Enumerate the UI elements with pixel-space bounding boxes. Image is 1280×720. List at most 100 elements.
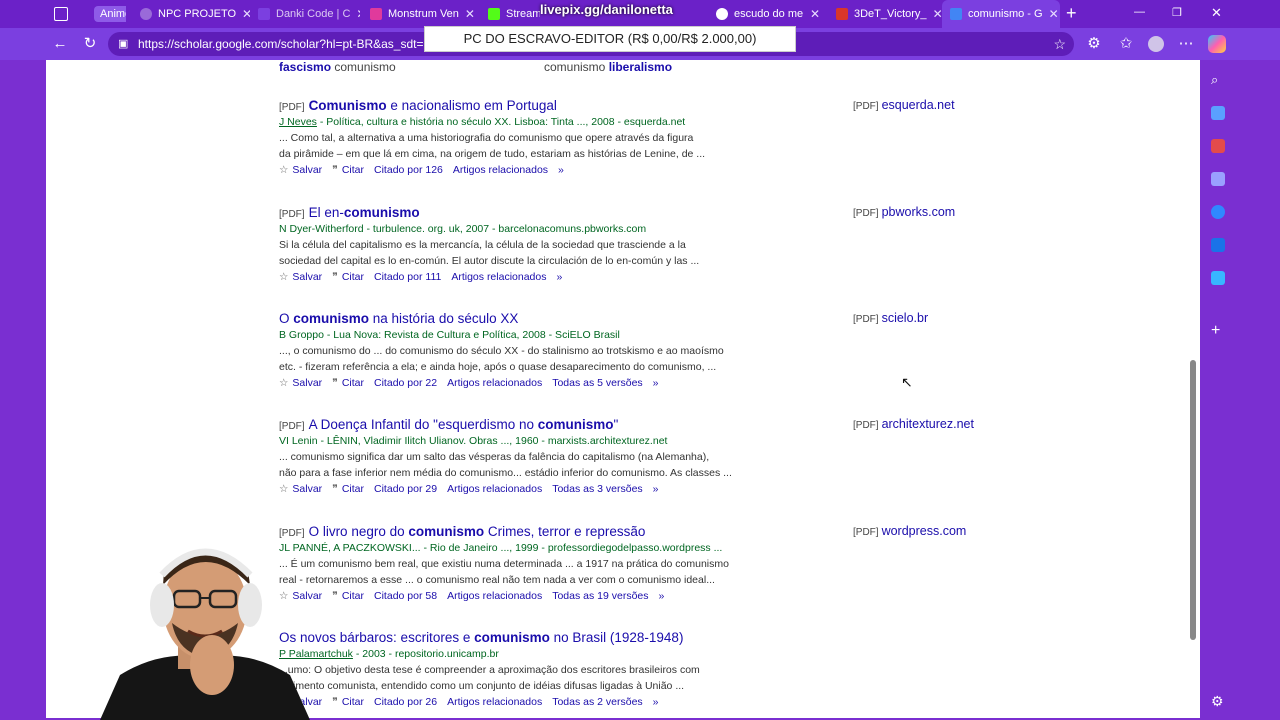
result-title-link[interactable]: [PDF] A Doença Infantil do "esquerdismo n… <box>279 417 1099 432</box>
more-icon[interactable]: » <box>558 164 564 176</box>
scholar-icon <box>950 8 962 20</box>
favorites-icon[interactable]: ✩ <box>1116 34 1136 54</box>
side-pdf-link[interactable]: [PDF] scielo.br <box>853 311 928 325</box>
result-title-link[interactable]: [PDF] El en-comunismo <box>279 205 1099 220</box>
close-icon[interactable]: ✕ <box>356 7 360 21</box>
cited-by-link[interactable]: Citado por 58 <box>374 590 437 602</box>
webcam-streamer <box>100 548 310 720</box>
all-versions-link[interactable]: Todas as 3 versões <box>552 483 642 495</box>
outlook-icon[interactable] <box>1211 238 1225 252</box>
cite-button[interactable]: ❞ Citar <box>332 271 364 283</box>
save-button[interactable]: ☆Salvar <box>279 164 322 176</box>
tab-stream[interactable]: Stream <box>480 0 540 28</box>
tab-favicon-icon <box>370 8 382 20</box>
tab-3det[interactable]: 3DeT_Victory_ ✕ <box>828 0 942 28</box>
close-icon[interactable]: ✕ <box>933 7 942 21</box>
result-meta: J Neves - Política, cultura e história n… <box>279 116 686 128</box>
more-icon[interactable]: » <box>653 377 659 389</box>
result-actions: ☆ Salvar ❞ Citar Citado por 22 Artigos rel… <box>279 377 1099 389</box>
related-articles-link[interactable]: Artigos relacionados <box>447 483 542 495</box>
pdf-icon <box>836 8 848 20</box>
tab-comunismo[interactable]: comunismo - G ✕ <box>942 0 1060 28</box>
result-meta: VI Lenin - LÊNIN, Vladimir Ilitch Uliano… <box>279 435 668 447</box>
more-icon[interactable]: » <box>653 483 659 495</box>
close-window-button[interactable]: ✕ <box>1211 5 1222 21</box>
games-icon[interactable] <box>1211 172 1225 186</box>
author-link[interactable]: J Neves <box>279 116 317 128</box>
result-actions: ☆ Salvar ❞ Citar Citado por 111 Artigos re… <box>279 271 1099 283</box>
side-pdf-link[interactable]: [PDF] wordpress.com <box>853 524 966 538</box>
more-icon[interactable]: » <box>659 590 665 602</box>
refresh-icon[interactable]: ↻ <box>80 34 100 54</box>
copilot-icon[interactable] <box>1208 35 1226 53</box>
close-icon[interactable]: ✕ <box>242 7 250 21</box>
page-scrollbar[interactable] <box>1186 60 1200 718</box>
cited-by-link[interactable]: Citado por 111 <box>374 271 441 283</box>
save-button[interactable]: ☆Salvar <box>279 483 322 495</box>
save-button[interactable]: ☆Salvar <box>279 271 322 283</box>
all-versions-link[interactable]: Todas as 19 versões <box>552 590 648 602</box>
tag-icon[interactable] <box>1211 106 1225 120</box>
more-options-icon[interactable]: ⋯ <box>1176 34 1196 54</box>
cite-button[interactable]: ❞ Citar <box>332 377 364 389</box>
cite-button[interactable]: ❞ Citar <box>332 483 364 495</box>
related-articles-link[interactable]: Artigos relacionados <box>453 164 548 176</box>
cite-button[interactable]: ❞ Citar <box>332 590 364 602</box>
related-articles-link[interactable]: Artigos relacionados <box>447 696 542 708</box>
result-snippet: ... É um comunismo bem real, que existiu… <box>279 558 729 586</box>
cite-button[interactable]: ❞ Citar <box>332 696 364 708</box>
cite-button[interactable]: ❞ Citar <box>332 164 364 176</box>
side-pdf-link[interactable]: [PDF] architexturez.net <box>853 417 974 431</box>
tab-label: Danki Code | C <box>276 8 351 20</box>
stream-overlay-title: livepix.gg/danilonetta <box>540 2 673 17</box>
more-icon[interactable]: » <box>653 696 659 708</box>
tab-label: Anime <box>94 6 126 22</box>
minimize-button[interactable]: — <box>1134 6 1145 18</box>
all-versions-link[interactable]: Todas as 5 versões <box>552 377 642 389</box>
back-arrow-icon[interactable]: ← <box>50 34 70 54</box>
more-icon[interactable]: » <box>556 271 562 283</box>
tab-escudo[interactable]: escudo do me ✕ <box>708 0 828 28</box>
favorite-star-icon[interactable]: ☆ <box>1053 32 1066 56</box>
related-search-link[interactable]: fascismo comunismo <box>279 60 396 74</box>
tab-anime[interactable]: Anime <box>86 0 126 28</box>
result-title-link[interactable]: O comunismo na história do século XX <box>279 311 1099 326</box>
scrollbar-thumb[interactable] <box>1190 360 1196 640</box>
add-icon[interactable]: + <box>1211 322 1225 339</box>
profile-avatar[interactable] <box>1148 36 1164 52</box>
cited-by-link[interactable]: Citado por 22 <box>374 377 437 389</box>
new-tab-button[interactable]: + <box>1066 3 1077 24</box>
related-articles-link[interactable]: Artigos relacionados <box>447 590 542 602</box>
star-icon: ☆ <box>279 377 289 389</box>
edge-icon[interactable] <box>1211 205 1225 219</box>
send-icon[interactable] <box>1211 271 1225 285</box>
save-button[interactable]: ☆Salvar <box>279 377 322 389</box>
all-versions-link[interactable]: Todas as 2 versões <box>552 696 642 708</box>
result-title-link[interactable]: Os novos bárbaros: escritores e comunism… <box>279 630 1099 645</box>
close-icon[interactable]: ✕ <box>1049 7 1059 21</box>
search-icon[interactable]: ⌕ <box>1211 72 1225 87</box>
close-icon[interactable]: ✕ <box>810 7 820 21</box>
restore-button[interactable]: ❐ <box>1172 6 1182 19</box>
window-menu-icon[interactable] <box>54 7 68 21</box>
tab-npc-projeto[interactable]: NPC PROJETO ✕ <box>132 0 250 28</box>
tools-icon[interactable] <box>1211 139 1225 153</box>
extensions-icon[interactable]: ⚙ <box>1084 34 1104 54</box>
related-articles-link[interactable]: Artigos relacionados <box>451 271 546 283</box>
side-pdf-link[interactable]: [PDF] esquerda.net <box>853 98 955 112</box>
related-articles-link[interactable]: Artigos relacionados <box>447 377 542 389</box>
result-item: O comunismo na história do século XX B G… <box>279 311 1099 389</box>
result-title-link[interactable]: [PDF] O livro negro do comunismo Crimes, … <box>279 524 1099 539</box>
cited-by-link[interactable]: Citado por 26 <box>374 696 437 708</box>
result-item: [PDF] Comunismo e nacionalismo em Portuga… <box>279 98 1099 176</box>
settings-gear-icon[interactable]: ⚙ <box>1211 693 1225 709</box>
cited-by-link[interactable]: Citado por 29 <box>374 483 437 495</box>
tab-monstrum[interactable]: Monstrum Ven ✕ <box>362 0 478 28</box>
close-icon[interactable]: ✕ <box>465 7 475 21</box>
cited-by-link[interactable]: Citado por 126 <box>374 164 443 176</box>
side-pdf-link[interactable]: [PDF] pbworks.com <box>853 205 955 219</box>
result-title-link[interactable]: [PDF] Comunismo e nacionalismo em Portuga… <box>279 98 1099 113</box>
site-info-icon[interactable]: ▣ <box>118 32 128 56</box>
tab-danki-code[interactable]: Danki Code | C ✕ <box>250 0 360 28</box>
related-search-link[interactable]: comunismo liberalismo <box>544 60 672 74</box>
